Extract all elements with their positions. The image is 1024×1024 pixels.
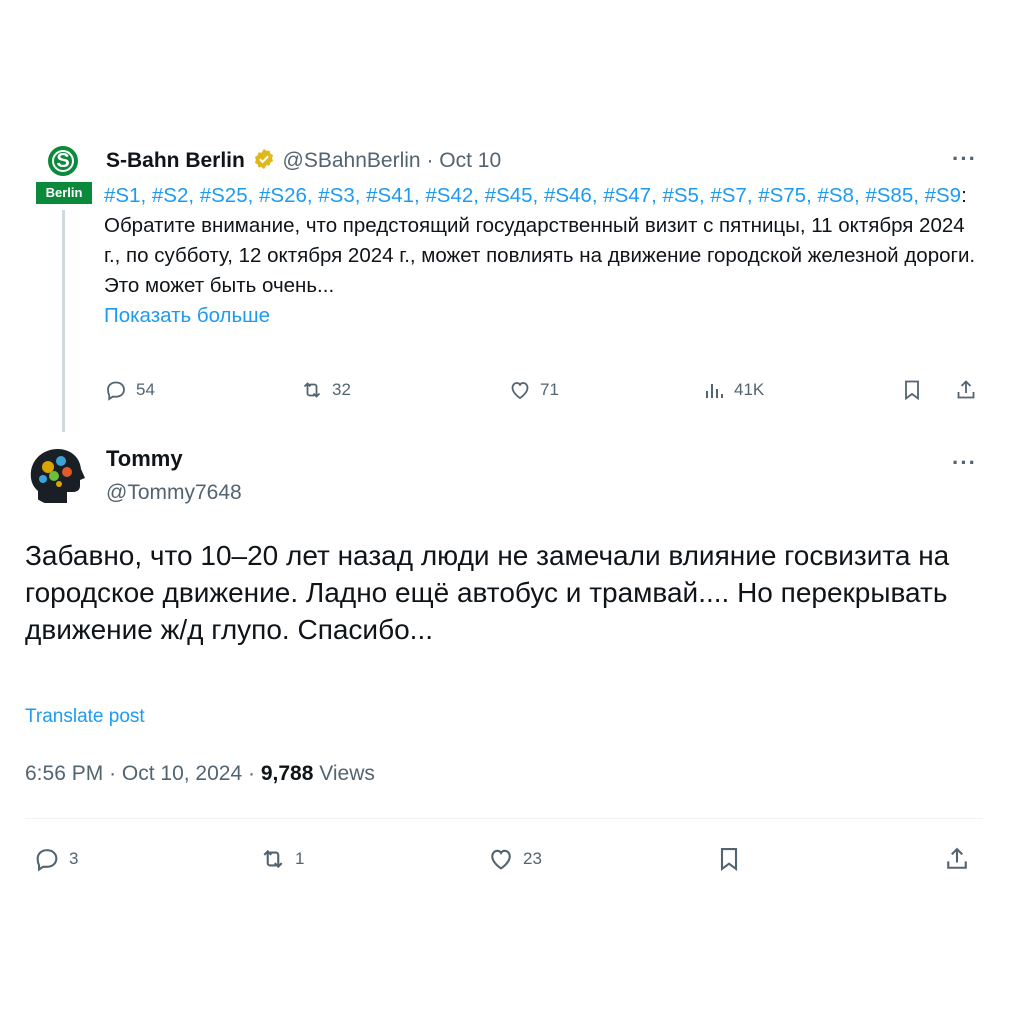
quoted-repost-button[interactable]: 32 (300, 374, 351, 406)
reply-repost-count: 1 (295, 849, 305, 868)
quoted-author-name[interactable]: S-Bahn Berlin (106, 149, 245, 172)
reply-repost-button[interactable]: 1 (259, 843, 304, 875)
quoted-like-button[interactable]: 71 (508, 374, 559, 406)
translate-post-link[interactable]: Translate post (25, 706, 145, 728)
avatar-head-icon (30, 449, 85, 503)
share-icon (957, 380, 975, 399)
quoted-reply-count: 54 (136, 380, 155, 399)
quoted-more-icon[interactable]: ··· (952, 146, 977, 172)
reply-meta: 6:56 PM · Oct 10, 2024 · 9,788 Views (25, 762, 375, 786)
quoted-handle[interactable]: @SBahnBerlin (283, 149, 421, 172)
heart-icon (511, 382, 529, 400)
quoted-like-count: 71 (540, 380, 559, 399)
meta-separator: · (109, 762, 117, 785)
show-more-link[interactable]: Показать больше (104, 304, 270, 327)
quoted-bookmark-button[interactable] (900, 374, 932, 406)
reply-views-label: Views (319, 762, 375, 785)
verified-badge-icon (254, 148, 273, 170)
repost-icon (263, 849, 283, 869)
quoted-hashtags[interactable]: #S1, #S2, #S25, #S26, #S3, #S41, #S42, #… (104, 184, 961, 207)
analytics-icon (706, 384, 723, 398)
quoted-text: #S1, #S2, #S25, #S26, #S3, #S41, #S42, #… (104, 181, 984, 331)
reply-icon (36, 849, 58, 872)
share-icon (947, 847, 967, 869)
thread-line (62, 210, 65, 432)
reply-like-button[interactable]: 23 (487, 843, 542, 875)
avatar[interactable] (24, 441, 88, 505)
bookmark-icon (905, 380, 919, 401)
quoted-views-button[interactable]: 41K (702, 374, 764, 406)
quoted-tweet[interactable]: S Berlin S-Bahn Berlin @SBahnBerlin · Oc… (0, 0, 1024, 432)
reply-handle[interactable]: @Tommy7648 (106, 481, 242, 505)
reply-more-icon[interactable]: ··· (952, 450, 977, 476)
reply-reply-button[interactable]: 3 (33, 843, 78, 875)
reply-author-name[interactable]: Tommy (106, 446, 183, 472)
sbahn-logo-label: Berlin (36, 182, 92, 204)
reply-action-bar: 3 1 23 (25, 841, 983, 877)
reply-like-count: 23 (523, 849, 542, 868)
reply-icon (107, 381, 125, 401)
heart-icon (491, 849, 511, 870)
quoted-share-button[interactable] (954, 374, 986, 406)
quoted-views-count: 41K (734, 380, 765, 399)
bookmark-icon (720, 848, 738, 872)
quoted-action-bar: 54 32 71 41K (104, 374, 984, 406)
reply-text: Забавно, что 10–20 лет назад люди не зам… (25, 540, 950, 645)
quoted-date[interactable]: Oct 10 (439, 149, 501, 172)
reply-reply-count: 3 (69, 849, 79, 868)
reply-bookmark-button[interactable] (715, 843, 751, 875)
quoted-repost-count: 32 (332, 380, 351, 399)
repost-icon (303, 382, 321, 398)
sbahn-s-icon: S (48, 146, 78, 176)
reply-time[interactable]: 6:56 PM (25, 762, 103, 785)
quoted-header: S-Bahn Berlin @SBahnBerlin · Oct 10 (106, 148, 501, 174)
reply-share-button[interactable] (943, 843, 979, 875)
reply-views-count: 9,788 (260, 762, 314, 785)
reply-date[interactable]: Oct 10, 2024 (122, 762, 242, 785)
divider (25, 818, 983, 819)
meta-separator: · (248, 762, 255, 785)
quoted-reply-button[interactable]: 54 (104, 374, 155, 406)
quoted-separator: · (426, 149, 434, 172)
